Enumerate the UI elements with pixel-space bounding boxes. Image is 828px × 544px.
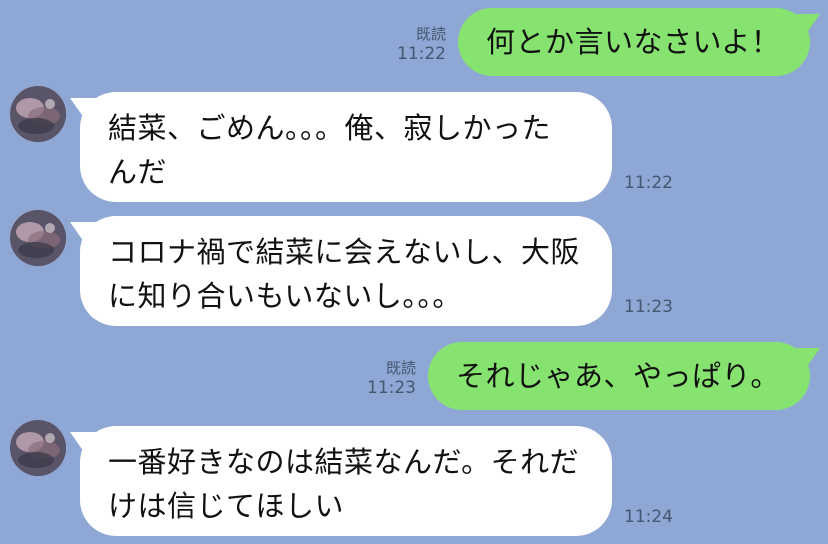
avatar-photo-icon <box>10 210 66 266</box>
message-line: けは信じてほしい <box>108 489 345 523</box>
contact-avatar[interactable] <box>10 210 66 266</box>
message-line: んだ <box>108 155 168 189</box>
message-line: コロナ禍で結菜に会えないし、大阪 <box>108 235 581 269</box>
message-line: 一番好きなのは結菜なんだ。それだ <box>108 445 580 479</box>
outgoing-message-bubble[interactable]: それじゃあ、やっぱり。 <box>428 342 810 410</box>
message-time: 11:22 <box>624 173 673 193</box>
chat-history[interactable]: 既読 11:22 何とか言いなさいよ！ 結菜、ごめん。。。俺、寂しかった んだ … <box>0 0 828 544</box>
message-time: 11:23 <box>624 297 673 317</box>
avatar-photo-icon <box>10 420 66 476</box>
message-time: 11:24 <box>624 507 673 527</box>
contact-avatar[interactable] <box>10 86 66 142</box>
message-text: 何とか言いなさいよ！ <box>486 25 781 59</box>
message-time: 11:22 <box>397 44 446 64</box>
contact-avatar[interactable] <box>10 420 66 476</box>
message-text: それじゃあ、やっぱり。 <box>456 359 780 393</box>
message-line: 結菜、ごめん。。。俺、寂しかった <box>108 111 552 145</box>
incoming-message-bubble[interactable]: コロナ禍で結菜に会えないし、大阪 に知り合いもいないし。。。 <box>80 216 612 326</box>
avatar-photo-icon <box>10 86 66 142</box>
incoming-message-bubble[interactable]: 一番好きなのは結菜なんだ。それだ けは信じてほしい <box>80 426 612 536</box>
message-meta: 既読 11:22 <box>388 25 446 65</box>
incoming-message-bubble[interactable]: 結菜、ごめん。。。俺、寂しかった んだ <box>80 92 612 202</box>
read-receipt: 既読 <box>385 359 416 377</box>
outgoing-message-bubble[interactable]: 何とか言いなさいよ！ <box>458 8 810 76</box>
message-time: 11:23 <box>367 378 416 398</box>
read-receipt: 既読 <box>415 25 446 43</box>
message-meta: 既読 11:23 <box>358 359 416 399</box>
message-line: に知り合いもいないし。。。 <box>108 279 462 313</box>
